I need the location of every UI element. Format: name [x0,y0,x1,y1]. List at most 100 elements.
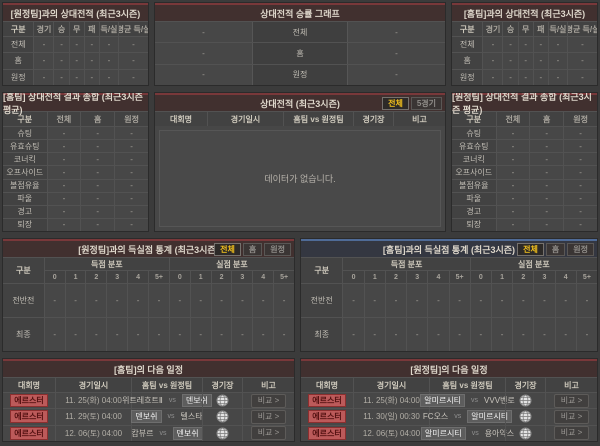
stadium-icon[interactable] [202,393,242,408]
graph-row: - 전체 - [155,21,445,42]
column-header: 경기일시 [55,378,131,392]
compare-button[interactable]: 비교 > [251,426,287,440]
filter-all-button[interactable]: 전체 [517,243,544,256]
stadium-icon[interactable] [505,426,545,441]
schedule-row: [홈팀]의 다음 일정 대회명 경기일시 홈팀 vs 원정팀 경기장 비고 에르… [2,358,598,442]
value-cell: - [33,53,53,68]
compare-cell: 비교 > [545,393,597,408]
away-bar-area: - [348,65,445,85]
compare-button[interactable]: 비교 > [554,410,590,424]
value-cell: 4 [427,271,448,283]
compare-button[interactable]: 비교 > [251,410,287,424]
league-badge: 에르스터 [308,410,345,423]
table-body: 전반전 ------------ 최종 ------------ [3,283,294,351]
graph-row-label: 전체 [252,22,348,42]
column-header: 구분 [3,22,33,36]
value-cell: - [385,284,406,317]
match-datetime: 11. 25(화) 04:00 [55,393,131,408]
table-row: 홈 ------ [3,52,148,68]
stadium-icon[interactable] [202,409,242,424]
value-cell: - [80,180,114,192]
panel-title: 상대전적 (최근3시즌) 전체 5경기 [155,93,445,111]
column-header: 경기일시 [207,112,283,126]
filter-all-button[interactable]: 전체 [214,243,241,256]
away-team-name: 텔스타 [181,411,203,422]
table-row: 유효슈팅--- [452,139,597,152]
value-cell: - [114,127,148,139]
value-cell: - [47,166,81,178]
filter-away-button[interactable]: 원정 [567,243,594,256]
league-cell: 에르스터 [301,426,353,441]
row-label: 최종 [301,318,342,351]
table-header: 대회명 경기일시 홈팀 vs 원정팀 경기장 비고 [155,111,445,126]
value-cell: - [252,284,273,317]
row-label: 홈 [3,53,33,68]
value-cell: 4 [252,271,273,283]
value-cell: 평균 득/실 [118,22,148,36]
value-cell: - [512,284,533,317]
filter-home-button[interactable]: 홈 [546,243,565,256]
stadium-icon[interactable] [505,409,545,424]
row-label: 전반전 [3,284,44,317]
value-cell: 2 [85,271,106,283]
table-row: 코너킥--- [452,152,597,165]
vs-label: vs [160,430,167,437]
row-values: ------ [33,53,148,68]
table-row: 경고--- [452,205,597,218]
value-cell: 승 [502,22,517,36]
column-group-headers: 득점 분포 실점 분포 012345+ 012345+ [342,258,597,283]
row-label: 전체 [452,37,482,52]
row-label: 원정 [3,70,33,85]
table-row: 파울--- [452,192,597,205]
compare-button[interactable]: 비교 > [251,394,287,408]
match-cell: 덴보쉬 vs 텔스타 [131,409,202,424]
filter-all-button[interactable]: 전체 [382,97,409,110]
value-cell: 경기 [482,22,502,36]
value-cell: - [496,127,530,139]
stadium-icon[interactable] [202,426,242,441]
filter-5games-button[interactable]: 5경기 [411,97,442,110]
row-values: --- [496,140,598,152]
league-cell: 에르스터 [3,409,55,424]
vs-label: vs [454,413,461,420]
row-label: 볼점유율 [3,180,47,192]
value-cell: 3 [106,271,127,283]
row-values: --- [47,180,149,192]
row-values: ------------ [342,284,597,317]
value-cell: - [533,70,548,85]
column-header: 득점 분포 [45,258,169,270]
row-label: 원정 [452,70,482,85]
value-cell: - [33,37,53,52]
value-cell: 0 [45,271,65,283]
filter-group: 전체 홈 원정 [517,243,594,256]
compare-button[interactable]: 비교 > [554,426,590,440]
value-cell: - [563,193,597,205]
value-cell: - [342,284,363,317]
value-cell: - [148,284,169,317]
home-bar-area: - [155,22,252,42]
panel-away-next-schedule: [원정팀]의 다음 일정 대회명 경기일시 홈팀 vs 원정팀 경기장 비고 에… [300,358,598,442]
league-badge: 에르스터 [10,394,47,407]
league-badge: 에르스터 [10,410,47,423]
stadium-icon[interactable] [505,393,545,408]
value-cell: - [114,153,148,165]
column-header: 실점 분포 [169,258,294,270]
column-header: 비고 [545,378,597,392]
value-cell: 승 [53,22,68,36]
row-label: 경고 [452,206,496,218]
column-header: 대회명 [3,378,55,392]
compare-button[interactable]: 비교 > [554,394,590,408]
value-cell: - [576,284,597,317]
value-cell: - [114,219,148,231]
row-values: ------ [33,37,148,52]
value-cell: - [47,180,81,192]
panel-title-text: [원정팀]과의 득실점 통계 (최근3시즌) [78,243,218,256]
row-values: ------------ [342,318,597,351]
home-team-name: 알미르시티 [421,427,466,440]
filter-home-button[interactable]: 홈 [243,243,262,256]
row-label: 오프사이드 [3,166,47,178]
compare-cell: 비교 > [242,393,294,408]
filter-away-button[interactable]: 원정 [264,243,291,256]
value-cell: - [33,70,53,85]
bin-headers: 012345+ 012345+ [45,270,294,283]
